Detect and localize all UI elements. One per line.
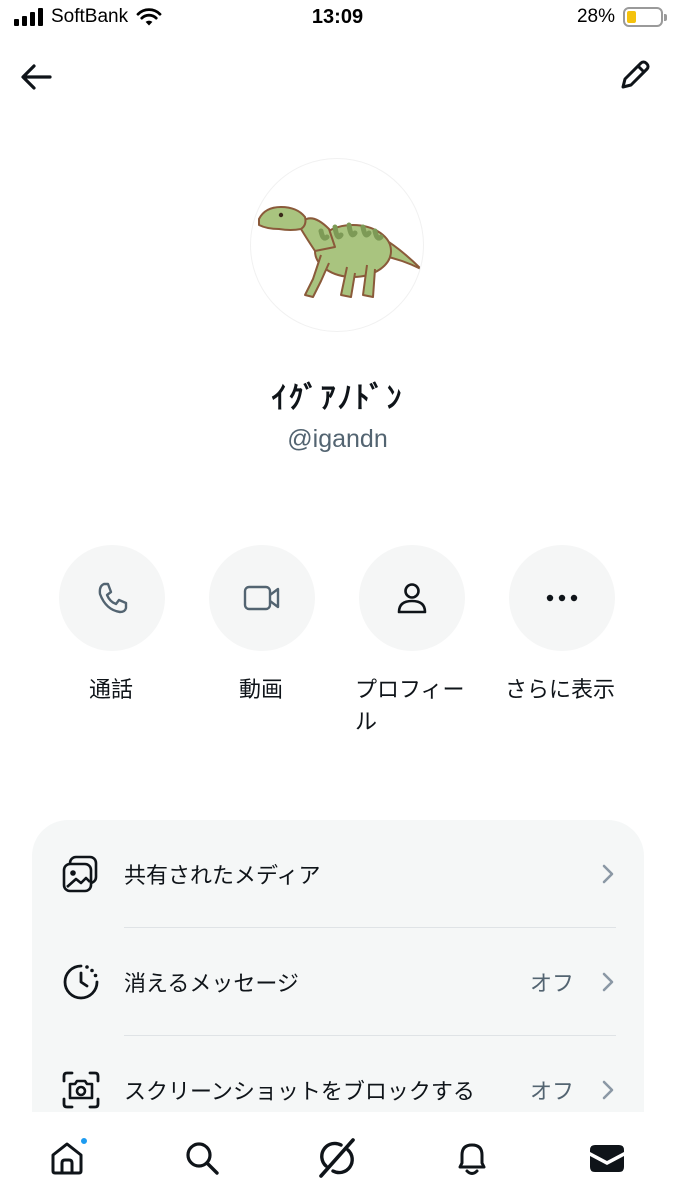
video-button[interactable] [209,545,315,651]
block-screenshots-value: オフ [529,1080,574,1105]
carrier-name: SoftBank [51,6,129,27]
mail-icon [590,1145,624,1172]
tab-home[interactable] [43,1134,91,1182]
person-icon [397,583,427,614]
tab-search[interactable] [178,1134,226,1182]
block-screenshots-label: スクリーンショットをブロックする [124,1080,475,1105]
profile-button[interactable] [359,545,465,651]
call-button[interactable] [59,545,165,651]
bottom-tab-bar [0,1112,675,1200]
phone-icon [98,582,128,614]
screenshot-camera-icon [60,1069,102,1111]
more-label: さらに表示 [505,678,616,703]
conversation-settings-card: 共有されたメディア 消えるメッセージ オフ スクリーンショットをブロックする オ… [32,820,644,1120]
disappearing-messages-row[interactable]: 消えるメッセージ オフ [32,928,644,1036]
tab-notifications[interactable] [448,1134,496,1182]
arrow-left-icon [21,64,52,90]
edit-button[interactable] [613,53,657,97]
bell-icon [458,1143,486,1175]
battery-percent: 28% [576,6,615,27]
call-label: 通話 [89,678,134,703]
call-action[interactable]: 通話 [59,545,169,707]
avatar[interactable] [250,158,424,332]
disappearing-messages-value: オフ [529,972,574,997]
status-left: SoftBank [14,6,162,28]
dinosaur-avatar [258,206,422,298]
more-button[interactable] [509,545,615,651]
more-action[interactable]: さらに表示 [505,545,619,707]
more-dots-icon [546,594,578,602]
shared-media-row[interactable]: 共有されたメディア [32,820,644,928]
search-icon [186,1142,219,1175]
video-action[interactable]: 動画 [209,545,319,707]
signal-strength-icon [14,8,43,26]
media-gallery-icon [60,853,102,895]
display-name: ｲｸﾞｱﾉﾄﾞﾝ [271,381,404,416]
block-screenshots-row[interactable]: スクリーンショットをブロックする オフ [32,1036,644,1120]
chevron-right-icon [602,864,614,884]
shared-media-label: 共有されたメディア [124,864,321,889]
status-right: 28% [576,6,667,28]
back-button[interactable] [14,55,58,99]
battery-icon [623,7,667,27]
timer-icon [60,961,102,1003]
user-handle: @igandn [287,425,388,453]
pencil-icon [621,60,650,89]
battery-level [627,11,636,23]
chevron-right-icon [602,1080,614,1100]
tab-grok[interactable] [313,1134,361,1182]
profile-action[interactable]: プロフィール [355,545,469,739]
status-bar: SoftBank 13:09 28% [0,0,675,38]
profile-label: プロフィール [355,678,465,735]
video-label: 動画 [239,678,284,703]
video-camera-icon [243,585,280,611]
notification-badge [79,1136,89,1146]
grok-icon [319,1138,355,1178]
chevron-right-icon [602,972,614,992]
disappearing-messages-label: 消えるメッセージ [124,972,299,997]
tab-messages[interactable] [583,1134,631,1182]
wifi-icon [136,8,162,26]
